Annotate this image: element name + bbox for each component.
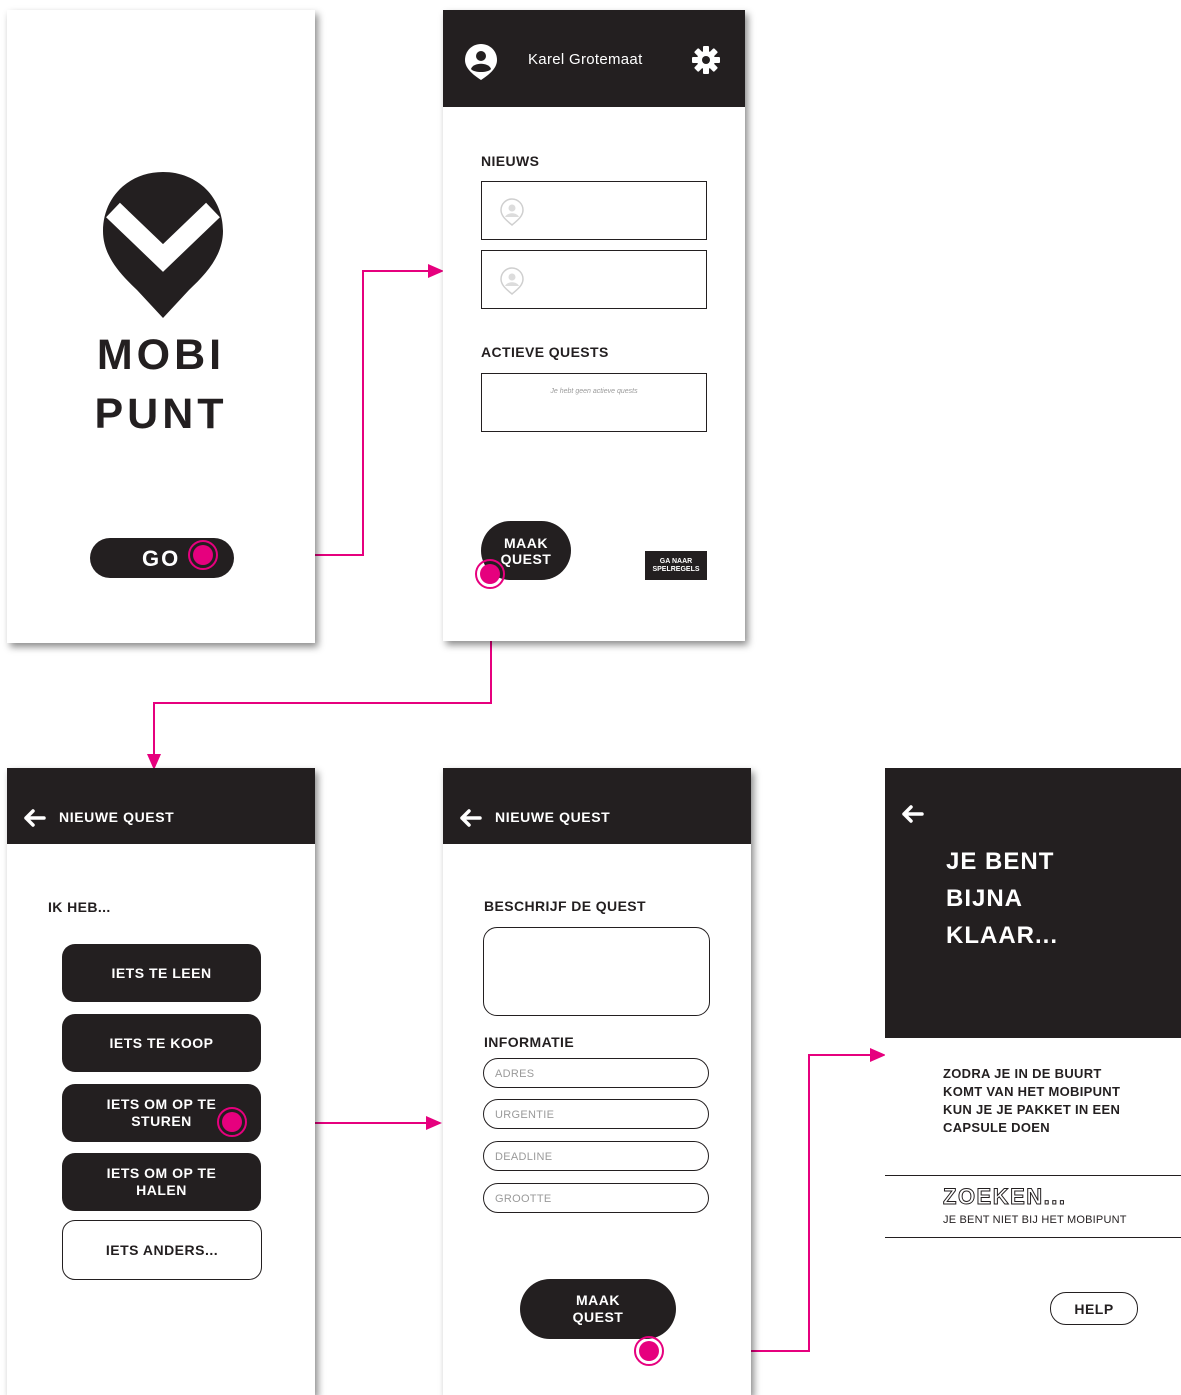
- headline-line-2: BIJNA: [946, 885, 1024, 912]
- logo-line-2: PUNT: [94, 390, 228, 438]
- news-item[interactable]: [481, 250, 707, 309]
- click-indicator: [188, 540, 218, 570]
- quests-empty-text: Je hebt geen actieve quests: [550, 388, 638, 395]
- divider: [885, 1237, 1181, 1238]
- rules-button[interactable]: GA NAAR SPELREGELS: [645, 551, 707, 580]
- flow-arrowhead: [428, 264, 444, 278]
- flow-arrowhead: [870, 1048, 886, 1062]
- active-quests-box: Je hebt geen actieve quests: [481, 373, 707, 432]
- urgency-field[interactable]: URGENTIE: [483, 1099, 709, 1129]
- user-pin-icon[interactable]: [464, 43, 498, 81]
- submit-quest-button[interactable]: MAAK QUEST: [520, 1279, 676, 1339]
- news-heading: NIEUWS: [481, 153, 540, 169]
- info-heading: INFORMATIE: [484, 1034, 575, 1050]
- almost-done-screen: JE BENT BIJNA KLAAR... ZODRA JE IN DE BU…: [885, 768, 1181, 1395]
- search-status: ZOEKEN...: [943, 1184, 1067, 1210]
- almost-done-header: JE BENT BIJNA KLAAR...: [885, 768, 1181, 1038]
- pin-icon: [500, 267, 524, 295]
- new-quest-header: NIEUWE QUEST: [443, 768, 751, 844]
- headline-line-3: KLAAR...: [946, 922, 1058, 949]
- describe-heading: BESCHRIJF DE QUEST: [484, 898, 646, 914]
- user-name: Karel Grotemaat: [528, 51, 643, 68]
- option-button-lend[interactable]: IETS TE LEEN: [62, 944, 261, 1002]
- gear-icon[interactable]: [692, 46, 720, 74]
- header-title: NIEUWE QUEST: [59, 809, 175, 825]
- headline-line-1: JE BENT: [946, 848, 1055, 875]
- new-quest-form-screen: NIEUWE QUEST BESCHRIJF DE QUEST INFORMAT…: [443, 768, 751, 1395]
- home-screen: Karel Grotemaat NIEUWS ACTIEVE QUESTS Je…: [443, 10, 745, 641]
- option-button-sell[interactable]: IETS TE KOOP: [62, 1014, 261, 1072]
- flow-arrowhead: [426, 1116, 442, 1130]
- arrow-left-icon[interactable]: [458, 808, 482, 828]
- option-label: IETS TE KOOP: [109, 1034, 214, 1051]
- option-button-other[interactable]: IETS ANDERS...: [62, 1220, 262, 1280]
- option-label: IETS TE LEEN: [111, 964, 212, 981]
- new-quest-header: NIEUWE QUEST: [7, 768, 315, 844]
- help-label: HELP: [1074, 1300, 1114, 1317]
- click-indicator: [475, 559, 505, 589]
- logo-line-1: MOBI: [96, 331, 226, 379]
- arrow-left-icon[interactable]: [900, 804, 924, 824]
- arrow-left-icon[interactable]: [22, 808, 46, 828]
- address-field[interactable]: ADRES: [483, 1058, 709, 1088]
- active-quests-heading: ACTIEVE QUESTS: [481, 344, 609, 360]
- click-indicator: [217, 1107, 247, 1137]
- make-quest-label: MAAK QUEST: [500, 534, 552, 567]
- help-button[interactable]: HELP: [1050, 1292, 1138, 1325]
- deadline-field[interactable]: DEADLINE: [483, 1141, 709, 1171]
- news-item[interactable]: [481, 181, 707, 240]
- home-header: Karel Grotemaat: [443, 10, 745, 107]
- rules-label: GA NAAR SPELREGELS: [652, 557, 700, 573]
- map-pin-check-icon: [103, 172, 223, 318]
- click-indicator: [634, 1336, 664, 1366]
- header-title: NIEUWE QUEST: [495, 809, 611, 825]
- submit-quest-label: MAAK QUEST: [572, 1292, 624, 1325]
- option-label: IETS OM OP TE STUREN: [106, 1096, 217, 1129]
- splash-screen: MOBI PUNT GO: [7, 10, 315, 643]
- option-label: IETS OM OP TE HALEN: [106, 1165, 217, 1198]
- divider: [885, 1175, 1181, 1176]
- option-button-pickup[interactable]: IETS OM OP TE HALEN: [62, 1153, 261, 1211]
- pin-icon: [500, 198, 524, 226]
- new-quest-type-screen: NIEUWE QUEST IK HEB... IETS TE LEEN IETS…: [7, 768, 315, 1395]
- option-label: IETS ANDERS...: [105, 1242, 219, 1258]
- description-textarea[interactable]: [483, 927, 710, 1016]
- instruction-text: ZODRA JE IN DE BUURT KOMT VAN HET MOBIPU…: [943, 1066, 1121, 1135]
- size-field[interactable]: GROOTTE: [483, 1183, 709, 1213]
- search-detail: JE BENT NIET BIJ HET MOBIPUNT: [943, 1214, 1127, 1226]
- go-button-label: GO: [142, 545, 181, 571]
- prompt-heading: IK HEB...: [48, 899, 111, 915]
